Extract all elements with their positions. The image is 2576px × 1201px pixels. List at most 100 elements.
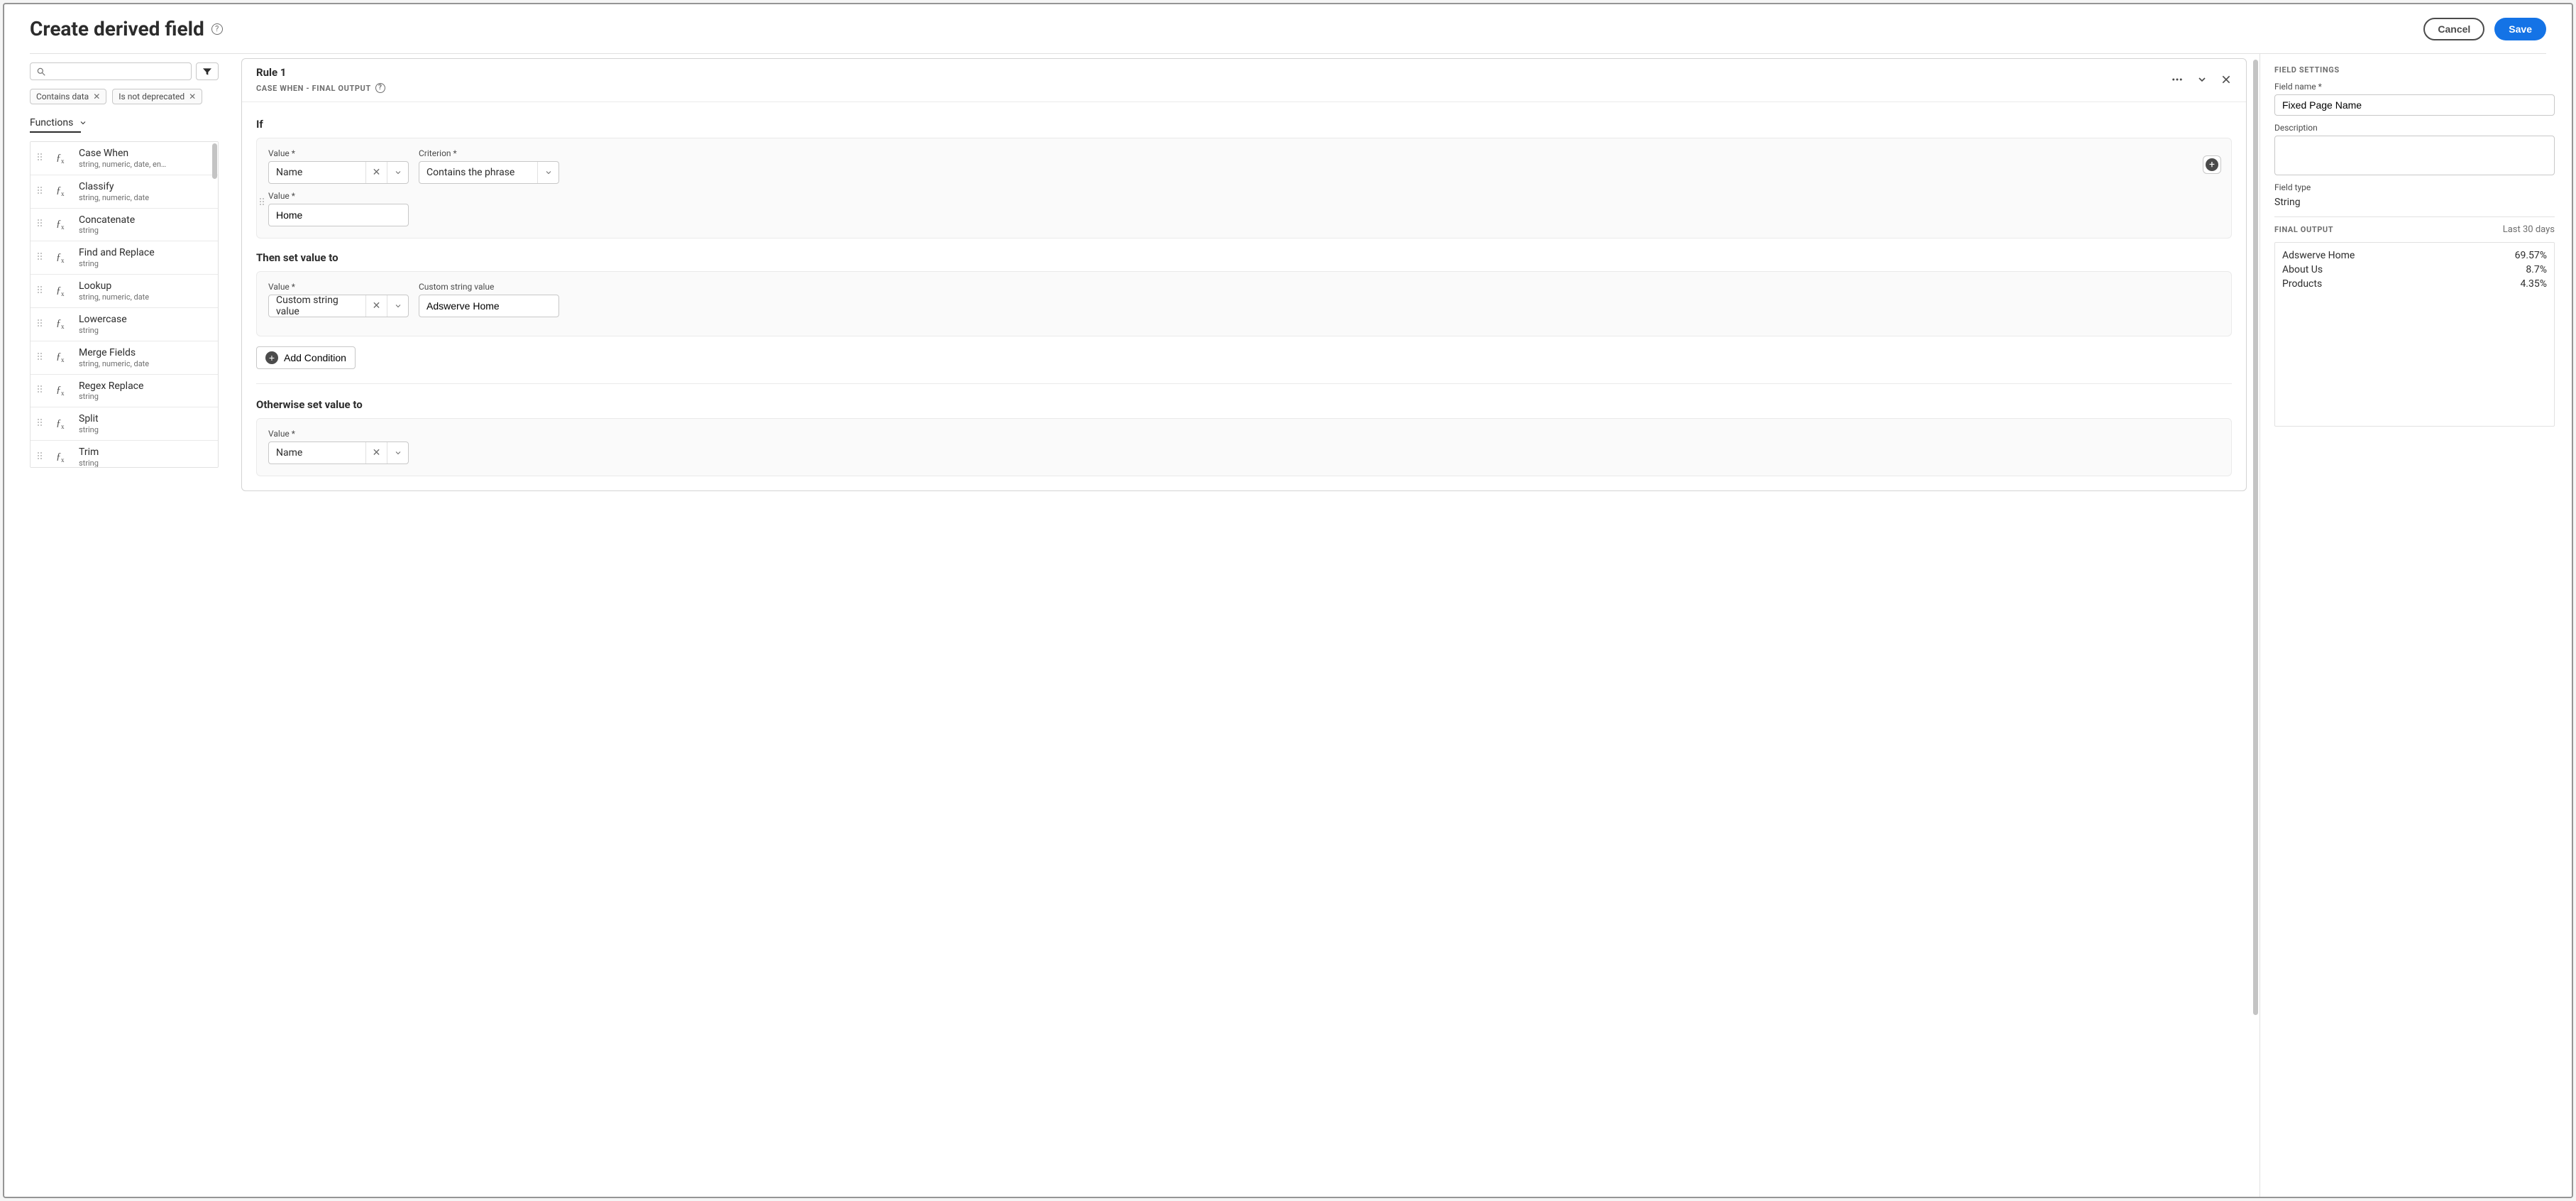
help-icon[interactable]: ? xyxy=(375,83,385,93)
filter-button[interactable] xyxy=(196,62,219,80)
rule-builder: Rule 1 CASE WHEN - FINAL OUTPUT ? xyxy=(229,54,2259,1197)
output-label: Adswerve Home xyxy=(2282,250,2355,261)
function-item[interactable]: ƒx Trimstring xyxy=(31,441,218,468)
collapse-icon[interactable] xyxy=(2196,74,2208,85)
search-icon xyxy=(36,67,46,77)
drag-handle-icon[interactable] xyxy=(38,253,42,263)
function-name: Merge Fields xyxy=(79,347,211,359)
value-label: Value * xyxy=(268,282,409,292)
function-item[interactable]: ƒx Splitstring xyxy=(31,407,218,441)
plus-icon: + xyxy=(265,351,278,364)
criterion-combo[interactable]: Contains the phrase xyxy=(419,161,559,184)
output-pct: 69.57% xyxy=(2515,250,2547,261)
field-settings-panel: FIELD SETTINGS Field name * Description … xyxy=(2259,54,2572,1197)
add-criterion-button[interactable]: + xyxy=(2203,155,2221,174)
if-condition-block: + Value * Name ✕ Cri xyxy=(256,138,2232,238)
function-item[interactable]: ƒx Classifystring, numeric, date xyxy=(31,175,218,209)
timeframe-label: Last 30 days xyxy=(2503,224,2555,235)
function-item[interactable]: ƒx Lookupstring, numeric, date xyxy=(31,275,218,308)
scrollbar-thumb[interactable] xyxy=(212,143,217,179)
then-value-combo[interactable]: Custom string value ✕ xyxy=(268,295,409,317)
drag-handle-icon[interactable] xyxy=(260,198,264,208)
cancel-button[interactable]: Cancel xyxy=(2423,18,2484,40)
field-type-label: Field type xyxy=(2274,182,2555,192)
chevron-down-icon xyxy=(79,119,87,127)
field-settings-heading: FIELD SETTINGS xyxy=(2274,65,2555,75)
function-item[interactable]: ƒx Lowercasestring xyxy=(31,308,218,341)
section-label: Functions xyxy=(30,117,73,128)
drag-handle-icon[interactable] xyxy=(38,353,42,363)
drag-handle-icon[interactable] xyxy=(38,219,42,229)
final-output-list: Adswerve Home 69.57% About Us 8.7% Produ… xyxy=(2274,242,2555,427)
fx-icon: ƒx xyxy=(56,351,73,363)
match-value-input[interactable] xyxy=(268,204,409,226)
filter-chips: Contains data ✕ Is not deprecated ✕ xyxy=(30,89,219,104)
chip-remove-icon[interactable]: ✕ xyxy=(189,92,196,102)
otherwise-block: Value * Name ✕ xyxy=(256,418,2232,476)
final-output-heading: FINAL OUTPUT xyxy=(2274,225,2333,234)
function-name: Split xyxy=(79,413,211,425)
clear-icon[interactable]: ✕ xyxy=(365,295,387,317)
function-item[interactable]: ƒx Regex Replacestring xyxy=(31,375,218,408)
chevron-down-icon[interactable] xyxy=(387,162,408,183)
chip-remove-icon[interactable]: ✕ xyxy=(93,92,100,102)
function-types: string xyxy=(79,392,211,401)
search-input-wrap[interactable] xyxy=(30,62,192,80)
function-types: string, numeric, date xyxy=(79,193,211,202)
drag-handle-icon[interactable] xyxy=(38,319,42,329)
drag-handle-icon[interactable] xyxy=(38,452,42,462)
if-label: If xyxy=(256,118,2232,131)
filter-chip[interactable]: Is not deprecated ✕ xyxy=(112,89,202,104)
drag-handle-icon[interactable] xyxy=(38,419,42,429)
chevron-down-icon[interactable] xyxy=(537,162,558,183)
drag-handle-icon[interactable] xyxy=(38,385,42,395)
function-name: Lowercase xyxy=(79,314,211,326)
more-icon[interactable] xyxy=(2171,73,2184,86)
function-name: Case When xyxy=(79,148,211,160)
function-item[interactable]: ƒx Merge Fieldsstring, numeric, date xyxy=(31,341,218,375)
function-types: string, numeric, date, en… xyxy=(79,160,211,169)
function-name: Concatenate xyxy=(79,214,211,226)
function-types: string xyxy=(79,326,211,335)
filter-chip[interactable]: Contains data ✕ xyxy=(30,89,106,104)
drag-handle-icon[interactable] xyxy=(38,153,42,163)
output-row: Adswerve Home 69.57% xyxy=(2282,248,2547,263)
search-input[interactable] xyxy=(50,66,185,77)
add-condition-button[interactable]: + Add Condition xyxy=(256,346,356,369)
description-textarea[interactable] xyxy=(2274,136,2555,175)
scrollbar-thumb[interactable] xyxy=(2253,60,2258,1015)
function-types: string, numeric, date xyxy=(79,359,211,368)
description-label: Description xyxy=(2274,123,2555,133)
function-item[interactable]: ƒx Concatenatestring xyxy=(31,209,218,242)
chevron-down-icon[interactable] xyxy=(387,295,408,317)
clear-icon[interactable]: ✕ xyxy=(365,162,387,183)
clear-icon[interactable]: ✕ xyxy=(365,442,387,464)
function-item[interactable]: ƒx Find and Replacestring xyxy=(31,241,218,275)
scrollbar-track xyxy=(2253,60,2258,1146)
help-icon[interactable]: ? xyxy=(211,23,223,35)
chevron-down-icon[interactable] xyxy=(387,442,408,464)
custom-string-input[interactable] xyxy=(419,295,559,317)
function-name: Regex Replace xyxy=(79,380,211,393)
output-label: About Us xyxy=(2282,264,2323,275)
close-icon[interactable] xyxy=(2220,74,2232,85)
plus-icon: + xyxy=(2206,158,2218,171)
chip-label: Is not deprecated xyxy=(119,92,185,102)
drag-handle-icon[interactable] xyxy=(38,286,42,296)
functions-sidebar: Contains data ✕ Is not deprecated ✕ Func… xyxy=(30,54,229,1197)
output-pct: 4.35% xyxy=(2520,278,2547,290)
otherwise-label: Otherwise set value to xyxy=(256,398,2232,411)
if-value-combo[interactable]: Name ✕ xyxy=(268,161,409,184)
function-types: string, numeric, date xyxy=(79,292,211,302)
drag-handle-icon[interactable] xyxy=(38,187,42,197)
save-button[interactable]: Save xyxy=(2494,18,2546,40)
function-item[interactable]: ƒx Case Whenstring, numeric, date, en… xyxy=(31,142,218,175)
field-name-input[interactable] xyxy=(2274,94,2555,116)
rule-card: Rule 1 CASE WHEN - FINAL OUTPUT ? xyxy=(241,58,2247,491)
function-name: Find and Replace xyxy=(79,247,211,259)
custom-string-label: Custom string value xyxy=(419,282,559,292)
then-label: Then set value to xyxy=(256,251,2232,264)
otherwise-value-combo[interactable]: Name ✕ xyxy=(268,442,409,464)
rule-separator xyxy=(256,383,2232,384)
function-types: string xyxy=(79,425,211,434)
